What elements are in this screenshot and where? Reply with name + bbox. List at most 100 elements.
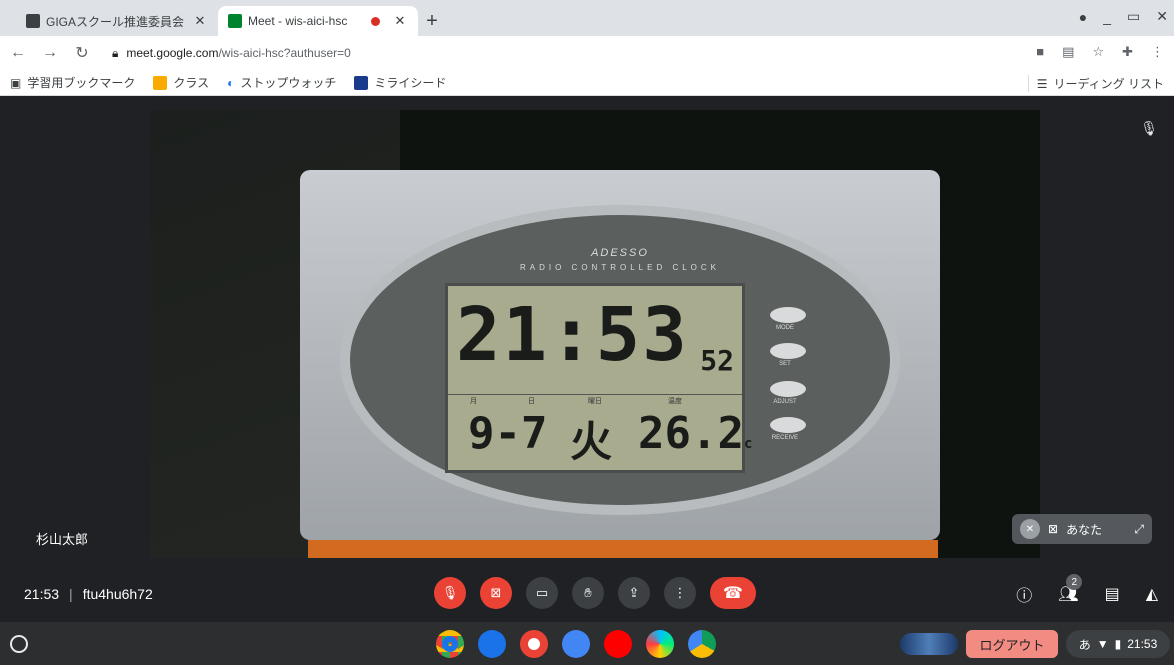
participant-video: ADESSO RADIO CONTROLLED CLOCK 21:53 52 月… <box>150 110 1040 558</box>
window-controls: ● _ ▭ ✕ <box>1079 8 1168 25</box>
bookmark-star-icon[interactable]: ☆ <box>1092 44 1104 60</box>
clock-mode-button <box>770 307 806 323</box>
clock-receive-button <box>770 417 806 433</box>
activities-button[interactable]: ◭ <box>1146 584 1158 604</box>
more-options-button[interactable]: ⋮ <box>664 577 696 609</box>
profile-icon[interactable]: ● <box>1079 9 1087 25</box>
translate-icon[interactable]: ▤ <box>1062 44 1074 60</box>
phone-hub-thumbnail[interactable] <box>900 633 958 655</box>
tab-giga[interactable]: GIGAスクール推進委員会 202 ✕ <box>16 6 218 36</box>
clock-seconds: 52 <box>700 344 734 377</box>
battery-icon: ▮ <box>1114 637 1122 651</box>
reload-icon[interactable]: ↻ <box>74 43 90 63</box>
clock-set-label: SET <box>779 361 791 367</box>
clock-weekday: 火 <box>570 417 613 466</box>
clock-set-button <box>770 343 806 359</box>
clock-lcd: 21:53 52 月 日 曜日 温度 9-7 火 26.2c <box>445 283 752 473</box>
gmail-icon[interactable] <box>520 630 548 658</box>
lcd-header-weekday: 曜日 <box>588 398 602 405</box>
play-store-icon[interactable] <box>646 630 674 658</box>
participant-name: 杉山太郎 <box>36 532 89 547</box>
bookmark-label: ミライシード <box>374 76 447 90</box>
back-icon[interactable]: ← <box>10 44 26 62</box>
expand-icon[interactable]: ⤢ <box>1134 522 1144 537</box>
menu-icon[interactable]: ⋮ <box>1151 44 1164 60</box>
clock-time: 21:53 <box>456 292 689 378</box>
clock-face: ADESSO RADIO CONTROLLED CLOCK 21:53 52 月… <box>340 205 900 515</box>
self-label: あなた <box>1066 522 1103 537</box>
camera-indicator-icon[interactable]: ■ <box>1036 44 1044 60</box>
self-camera-off-icon: ⊠ <box>1048 522 1059 536</box>
meeting-separator: | <box>69 586 73 602</box>
clock-receive-label: RECEIVE <box>771 435 799 441</box>
bookmark-miraiseed[interactable]: ミライシード <box>354 74 446 91</box>
docs-icon[interactable] <box>562 630 590 658</box>
reading-list-icon: ☰ <box>1036 76 1048 91</box>
drive-icon[interactable] <box>688 630 716 658</box>
present-button[interactable]: ⇪ <box>618 577 650 609</box>
meet-icon <box>228 14 242 28</box>
raise-hand-button[interactable]: ✋︎ <box>572 577 604 609</box>
ime-indicator: あ <box>1078 637 1091 652</box>
leave-call-button[interactable]: ☎︎ <box>710 577 756 609</box>
temperature-value: 26.2 <box>638 408 744 459</box>
meeting-info-button[interactable]: ⓘ <box>1016 582 1032 606</box>
meeting-control-bar: 21:53 | ftu4hu6h72 🎙︎ ⊠ ▭ ✋︎ ⇪ ⋮ ☎︎ ⓘ 👥︎… <box>0 566 1174 622</box>
meeting-details: 21:53 | ftu4hu6h72 <box>24 586 153 602</box>
clock-date: 9-7 <box>468 408 548 459</box>
bookmark-study[interactable]: ▣ 学習用ブックマーク <box>10 74 135 91</box>
bookmark-class[interactable]: クラス <box>153 74 209 91</box>
camera-toggle-button[interactable]: ⊠ <box>480 577 512 609</box>
participants-button[interactable]: 👥︎ 2 <box>1058 574 1083 604</box>
pinned-apps <box>436 630 716 658</box>
restore-icon[interactable]: ▭ <box>1127 8 1140 25</box>
reading-list-button[interactable]: ☰ リーディング リスト <box>1027 75 1165 92</box>
screen: GIGAスクール推進委員会 202 ✕ Meet - wis-aici-hsc … <box>0 0 1174 665</box>
system-clock: 21:53 <box>1127 637 1158 651</box>
clock-temperature: 26.2c <box>638 408 752 459</box>
forward-icon[interactable]: → <box>42 44 58 62</box>
browser-toolbar: ← → ↻ 🔒︎ meet.google.com/wis-aici-hsc?au… <box>0 36 1174 70</box>
call-controls: 🎙︎ ⊠ ▭ ✋︎ ⇪ ⋮ ☎︎ <box>434 577 756 609</box>
minimize-icon[interactable]: _ <box>1103 9 1111 25</box>
chat-button[interactable]: ▤ <box>1105 584 1120 604</box>
youtube-icon[interactable] <box>604 630 632 658</box>
stopwatch-icon: ◐ <box>227 75 235 90</box>
temperature-unit: c <box>743 436 753 452</box>
folder-icon: ▣ <box>10 75 22 90</box>
captions-button[interactable]: ▭ <box>526 577 558 609</box>
bookmark-stopwatch[interactable]: ◐ ストップウォッチ <box>227 74 336 91</box>
participants-count-badge: 2 <box>1066 574 1083 590</box>
new-tab-button[interactable]: + <box>418 6 446 36</box>
launcher-button[interactable] <box>10 635 28 653</box>
status-tray[interactable]: あ ▼ ▮ 21:53 <box>1066 630 1170 658</box>
tab-close-icon[interactable]: ✕ <box>392 13 408 29</box>
extensions-icon[interactable]: ✚ <box>1122 44 1133 60</box>
logout-button[interactable]: ログアウト <box>966 630 1058 658</box>
lcd-header-month: 月 <box>470 398 477 405</box>
miraiseed-icon <box>354 75 369 90</box>
lcd-divider <box>448 394 742 395</box>
clock-adjust-button <box>770 381 806 397</box>
os-shelf: ログアウト あ ▼ ▮ 21:53 <box>0 622 1174 665</box>
recording-indicator-icon <box>371 16 380 26</box>
lock-icon: 🔒︎ <box>112 45 119 60</box>
lcd-header-day: 日 <box>528 398 535 405</box>
self-view-tile[interactable]: ✕ ⊠ あなた ⤢ <box>1012 514 1152 544</box>
mic-toggle-button[interactable]: 🎙︎ <box>434 577 466 609</box>
side-panel-controls: ⓘ 👥︎ 2 ▤ ◭ <box>1016 574 1158 606</box>
clock-adjust-label: ADJUST <box>773 399 797 405</box>
tab-meet[interactable]: Meet - wis-aici-hsc ✕ <box>218 6 418 36</box>
tab-close-icon[interactable]: ✕ <box>192 13 208 29</box>
classroom-icon <box>153 75 168 90</box>
tab-title: GIGAスクール推進委員会 202 <box>46 14 186 29</box>
files-icon[interactable] <box>478 630 506 658</box>
clock-mode-label: MODE <box>776 325 794 331</box>
chrome-icon[interactable] <box>436 630 464 658</box>
slides-icon <box>26 14 40 28</box>
bookmark-label: ストップウォッチ <box>240 76 337 90</box>
clock-base <box>308 540 938 558</box>
close-window-icon[interactable]: ✕ <box>1156 8 1168 25</box>
address-bar[interactable]: 🔒︎ meet.google.com/wis-aici-hsc?authuser… <box>112 46 351 61</box>
reading-list-label: リーディング リスト <box>1053 77 1165 91</box>
